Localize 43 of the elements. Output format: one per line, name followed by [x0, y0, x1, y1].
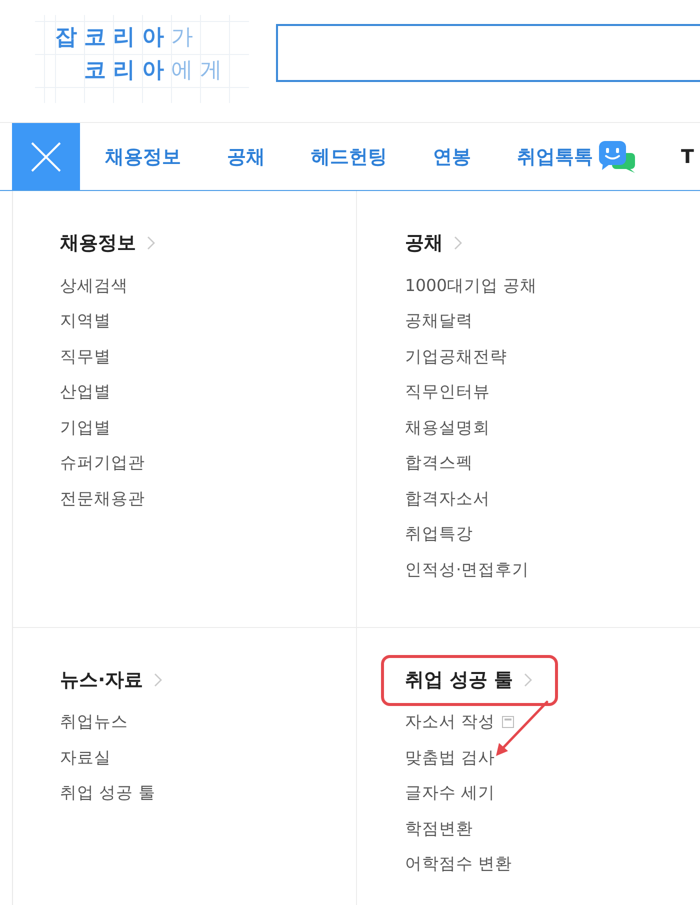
menu-link[interactable]: 채용설명회 — [405, 416, 490, 439]
close-icon — [31, 142, 61, 172]
chevron-right-icon — [154, 672, 162, 686]
nav-link[interactable]: 연봉 — [433, 144, 471, 170]
nav-link[interactable]: T — [681, 144, 694, 170]
menu-link[interactable]: 학점변환 — [405, 818, 473, 840]
chevron-right-icon — [147, 236, 155, 250]
menu-link[interactable]: 직무별 — [60, 346, 111, 368]
menu-link[interactable]: 기업공채전략 — [405, 346, 507, 368]
menu-link[interactable]: 합격자소서 — [405, 488, 490, 510]
menu-link[interactable]: 취업뉴스 — [60, 711, 128, 734]
menu-link[interactable]: 취업 성공 툴 — [60, 782, 156, 804]
menu-link[interactable]: 기업별 — [60, 416, 111, 439]
menu-link[interactable]: 인적성·면접후기 — [405, 558, 530, 581]
close-menu-button[interactable] — [12, 123, 80, 190]
menu-link[interactable]: 산업별 — [60, 381, 111, 404]
search-field[interactable] — [276, 24, 700, 82]
nav-link[interactable]: 취업톡톡 — [517, 140, 635, 172]
menu-heading[interactable]: 공채 — [405, 231, 462, 255]
menu-link[interactable]: 글자수 세기 — [405, 782, 496, 804]
menu-link[interactable]: 1000대기업 공채 — [405, 274, 538, 297]
menu-link[interactable]: 취업특강 — [405, 523, 473, 546]
menu-link[interactable]: 슈퍼기업관 — [60, 452, 145, 474]
menu-link[interactable]: 상세검색 — [60, 274, 128, 297]
menu-link[interactable]: 지역별 — [60, 310, 111, 332]
nav-link[interactable]: 공채 — [227, 144, 265, 170]
menu-link[interactable]: 자료실 — [60, 746, 111, 769]
menu-link[interactable]: 자소서 작성 — [405, 711, 514, 734]
menu-link[interactable]: 어학점수 변환 — [405, 853, 512, 876]
menu-heading[interactable]: 취업 성공 툴 — [405, 668, 532, 692]
menu-link[interactable]: 맞춤법 검사 — [405, 746, 496, 769]
menu-heading[interactable]: 뉴스·자료 — [60, 668, 162, 692]
menu-link[interactable]: 전문채용관 — [60, 488, 145, 510]
nav-link[interactable]: 헤드헌팅 — [311, 144, 387, 170]
chevron-right-icon — [454, 236, 462, 250]
menu-link[interactable]: 직무인터뷰 — [405, 381, 490, 404]
chevron-right-icon — [524, 672, 532, 686]
logo[interactable]: 잡코리아가 코리아에게 — [35, 15, 249, 103]
menu-link[interactable]: 합격스펙 — [405, 452, 473, 474]
menu-heading[interactable]: 채용정보 — [60, 231, 155, 255]
nav-link[interactable]: 채용정보 — [105, 144, 181, 170]
chat-face-icon — [599, 140, 635, 172]
menu-link[interactable]: 공채달력 — [405, 310, 473, 332]
